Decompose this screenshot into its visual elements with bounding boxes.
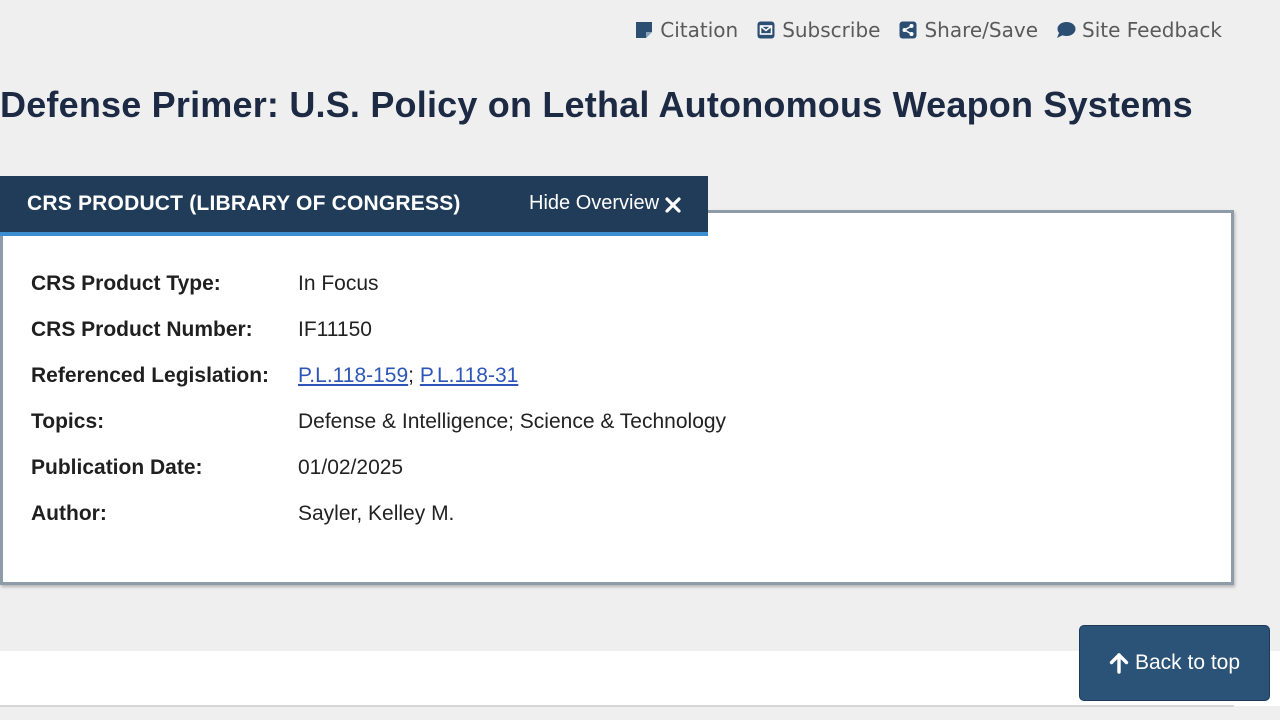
overview-tab-title: CRS PRODUCT (LIBRARY OF CONGRESS) xyxy=(27,192,461,215)
legislation-separator: ; xyxy=(408,364,420,387)
share-save-link[interactable]: Share/Save xyxy=(898,14,1038,46)
hide-overview-button[interactable]: Hide Overview xyxy=(529,192,681,215)
back-to-top-button[interactable]: Back to top xyxy=(1079,625,1270,701)
meta-value: IF11150 xyxy=(298,318,372,341)
overview-header-tab: CRS PRODUCT (LIBRARY OF CONGRESS) Hide O… xyxy=(0,176,708,236)
hide-overview-label: Hide Overview xyxy=(529,192,660,214)
meta-label: CRS Product Type: xyxy=(31,272,221,295)
citation-label: Citation xyxy=(660,18,739,42)
overview-metadata-list: CRS Product Type: In Focus CRS Product N… xyxy=(31,268,726,544)
legislation-link[interactable]: P.L.118-159 xyxy=(298,364,408,387)
legislation-link[interactable]: P.L.118-31 xyxy=(420,364,518,387)
meta-label: Topics: xyxy=(31,410,105,433)
meta-value: 01/02/2025 xyxy=(298,456,404,479)
share-save-label: Share/Save xyxy=(924,18,1038,42)
subscribe-label: Subscribe xyxy=(782,18,881,42)
meta-label: Author: xyxy=(31,502,107,525)
arrow-up-icon xyxy=(1109,652,1129,674)
site-feedback-link[interactable]: Site Feedback xyxy=(1056,14,1222,46)
meta-row-product-number: CRS Product Number: IF11150 xyxy=(31,314,726,360)
close-icon xyxy=(665,196,681,213)
meta-row-product-type: CRS Product Type: In Focus xyxy=(31,268,726,314)
page-title: Defense Primer: U.S. Policy on Lethal Au… xyxy=(0,84,1193,125)
utility-nav: Citation Subscribe Share/Save Site Feedb… xyxy=(634,14,1222,46)
meta-row-topics: Topics: Defense & Intelligence; Science … xyxy=(31,406,726,452)
meta-value: In Focus xyxy=(298,272,379,295)
citation-link[interactable]: Citation xyxy=(634,14,738,46)
meta-row-author: Author: Sayler, Kelley M. xyxy=(31,498,726,544)
share-icon xyxy=(898,20,918,40)
citation-icon xyxy=(634,20,654,40)
meta-value: Defense & Intelligence; Science & Techno… xyxy=(298,410,727,433)
meta-label: Referenced Legislation: xyxy=(31,364,270,387)
meta-value: P.L.118-159; P.L.118-31 xyxy=(298,360,518,392)
envelope-icon xyxy=(756,20,776,40)
meta-label: Publication Date: xyxy=(31,456,203,479)
meta-row-referenced-legislation: Referenced Legislation: P.L.118-159; P.L… xyxy=(31,360,726,406)
meta-row-publication-date: Publication Date: 01/02/2025 xyxy=(31,452,726,498)
subscribe-link[interactable]: Subscribe xyxy=(756,14,880,46)
divider xyxy=(0,705,1234,707)
site-feedback-label: Site Feedback xyxy=(1082,18,1222,42)
speech-bubble-icon xyxy=(1056,20,1076,40)
back-to-top-label: Back to top xyxy=(1134,651,1241,674)
meta-value: Sayler, Kelley M. xyxy=(298,502,455,525)
meta-label: CRS Product Number: xyxy=(31,318,253,341)
